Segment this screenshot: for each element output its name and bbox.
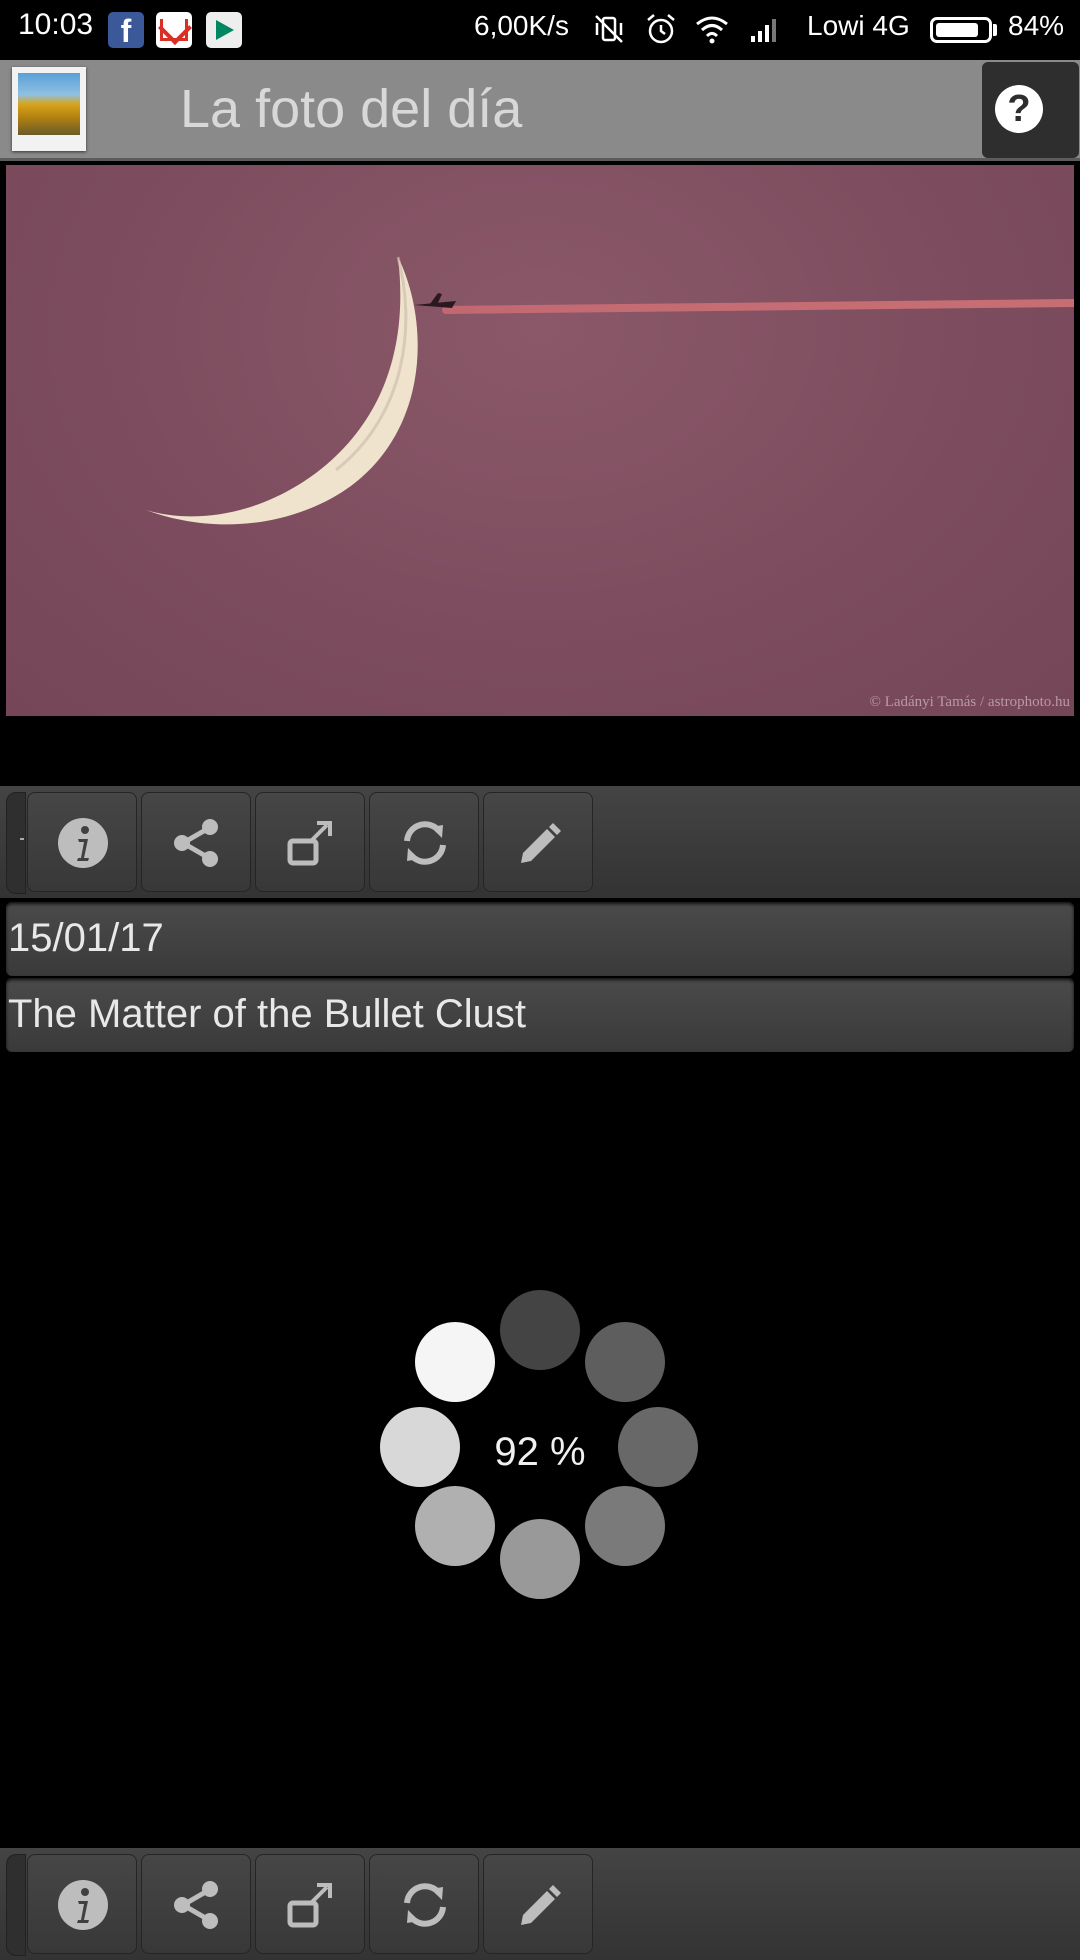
open-external-icon [287, 1883, 332, 1928]
spinner-dot [415, 1322, 495, 1402]
battery-tip [993, 24, 997, 36]
help-icon[interactable]: ? [995, 85, 1043, 133]
refresh-icon [404, 821, 446, 865]
bottom-toolbar [0, 1848, 1080, 1960]
battery-percent: 84% [1008, 10, 1065, 41]
network-speed: 6,00K/s [474, 10, 569, 41]
spinner-dot [585, 1486, 665, 1566]
loading-percent: 92 % [494, 1430, 586, 1474]
edit-button[interactable] [483, 1854, 593, 1954]
info-icon [58, 818, 108, 868]
spinner-dot [500, 1519, 580, 1599]
share-button[interactable] [141, 1854, 251, 1954]
photo-credit: © Ladányi Tamás / astrophoto.hu [869, 694, 1070, 710]
airplane-icon [414, 293, 456, 308]
photo-title-row: The Matter of the Bullet Clust [6, 978, 1074, 1052]
wifi-icon [696, 16, 728, 44]
open-external-button[interactable] [255, 792, 365, 892]
photo-image [146, 256, 1074, 525]
share-icon [174, 1881, 218, 1929]
refresh-button[interactable] [369, 792, 479, 892]
photo-of-the-day[interactable]: © Ladányi Tamás / astrophoto.hu [6, 165, 1074, 716]
app-title-bar [0, 60, 1080, 161]
info-icon [58, 1880, 108, 1930]
photo-date: 15/01/17 [8, 916, 164, 960]
toolbar-scroll-edge[interactable] [6, 792, 26, 894]
status-bar: 10:03 f 6,00K/s Lowi 4G 84% [0, 0, 1080, 60]
app-logo-icon[interactable] [12, 67, 86, 151]
info-button[interactable] [27, 792, 137, 892]
share-button[interactable] [141, 792, 251, 892]
edit-icon [521, 1885, 561, 1925]
date-row: 15/01/17 [6, 902, 1074, 976]
vibrate-off-icon [595, 15, 623, 43]
loading-spinner: 92 % [380, 1290, 700, 1610]
info-button[interactable] [27, 1854, 137, 1954]
refresh-button[interactable] [369, 1854, 479, 1954]
carrier-label: Lowi 4G [807, 10, 910, 41]
battery-icon [930, 17, 992, 43]
alarm-icon [647, 14, 675, 44]
signal-icon [751, 19, 776, 42]
photo-toolbar [0, 786, 1080, 898]
spinner-dot [415, 1486, 495, 1566]
open-external-button[interactable] [255, 1854, 365, 1954]
status-time: 10:03 [18, 8, 94, 41]
edit-button[interactable] [483, 792, 593, 892]
play-store-notification-icon [206, 12, 242, 48]
spinner-dot [585, 1322, 665, 1402]
refresh-icon [404, 1883, 446, 1927]
gmail-notification-icon [156, 12, 192, 48]
toolbar-scroll-edge[interactable] [6, 1854, 26, 1956]
photo-title: The Matter of the Bullet Clust [8, 992, 527, 1036]
spinner-dot [500, 1290, 580, 1370]
toolbar-edge-marker [20, 838, 24, 840]
app-logo-picture [18, 73, 80, 135]
open-external-icon [287, 821, 332, 866]
facebook-notification-icon: f [108, 12, 144, 49]
edit-icon [521, 823, 561, 863]
page-title: La foto del día [180, 79, 523, 139]
share-icon [174, 819, 218, 867]
battery-fill [936, 23, 978, 37]
